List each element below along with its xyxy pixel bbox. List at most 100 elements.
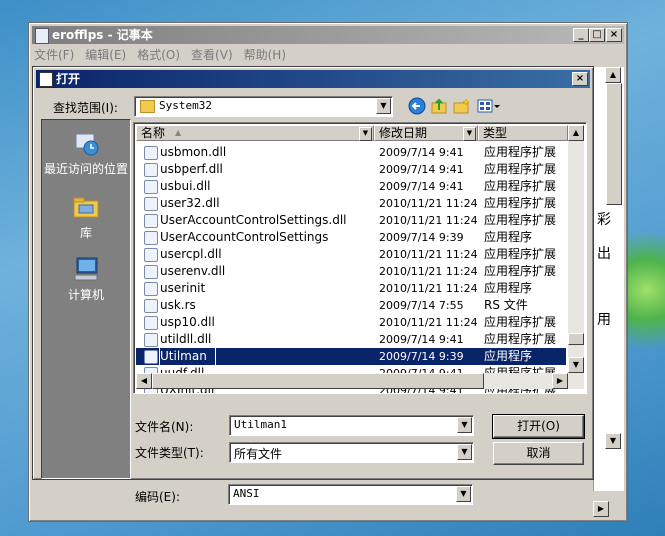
file-row[interactable]: usbmon.dll 2009/7/14 9:41 应用程序扩展	[136, 144, 566, 161]
file-type: 应用程序	[484, 281, 533, 295]
column-header-type[interactable]: 类型	[478, 125, 568, 141]
dialog-title: 打开	[56, 72, 81, 86]
file-list[interactable]: 名称 ▲ ▼ 修改日期 ▼ 类型 usbmon.dll 2009/7/14 9:4…	[133, 122, 587, 394]
file-type: 应用程序扩展	[484, 315, 557, 329]
file-name: Utilman	[159, 347, 216, 366]
file-type: 应用程序	[484, 349, 533, 363]
view-menu-icon[interactable]	[477, 97, 501, 115]
dialog-close-button[interactable]: ×	[572, 72, 588, 86]
recent-places-icon	[71, 128, 101, 158]
list-scroll-left[interactable]: ◀	[136, 373, 152, 389]
file-row[interactable]: UserAccountControlSettings.dll 2010/11/21…	[136, 212, 566, 229]
file-icon	[144, 146, 158, 160]
minimize-button[interactable]: _	[573, 28, 589, 42]
file-row[interactable]: userinit 2010/11/21 11:24 应用程序	[136, 280, 566, 297]
file-row[interactable]: usbperf.dll 2009/7/14 9:41 应用程序扩展	[136, 161, 566, 178]
up-folder-icon[interactable]	[430, 97, 448, 115]
file-name: usp10.dll	[160, 315, 215, 329]
list-scroll-up[interactable]: ▲	[568, 125, 584, 141]
file-type: 应用程序扩展	[484, 264, 557, 278]
notepad-scroll-right[interactable]: ▶	[593, 501, 609, 517]
file-name: usbui.dll	[160, 179, 211, 193]
chevron-down-icon[interactable]: ▼	[456, 486, 471, 502]
cancel-button[interactable]: 取消	[493, 442, 584, 465]
list-hscroll-thumb[interactable]	[152, 373, 484, 389]
file-row[interactable]: usercpl.dll 2010/11/21 11:24 应用程序扩展	[136, 246, 566, 263]
column-type-label: 类型	[483, 126, 508, 140]
file-icon	[144, 214, 158, 228]
file-row[interactable]: Utilman 2009/7/14 9:39 应用程序	[136, 347, 566, 366]
computer-icon	[71, 254, 101, 284]
file-date: 2010/11/21 11:24	[379, 316, 478, 329]
file-row[interactable]: userenv.dll 2010/11/21 11:24 应用程序扩展	[136, 263, 566, 280]
folder-icon	[140, 100, 155, 113]
chevron-down-icon[interactable]: ▼	[457, 444, 472, 460]
file-name: UserAccountControlSettings	[160, 230, 329, 244]
filename-value: Utilman1	[234, 418, 287, 431]
file-icon	[144, 282, 158, 296]
file-name: usbmon.dll	[160, 145, 227, 159]
file-icon	[144, 265, 158, 279]
column-header-date[interactable]: 修改日期 ▼	[374, 125, 478, 141]
filetype-label: 文件类型(T):	[135, 446, 204, 460]
place-computer-label: 计算机	[67, 288, 104, 302]
file-date: 2010/11/21 11:24	[379, 282, 478, 295]
file-date: 2009/7/14 9:39	[379, 231, 464, 244]
file-row[interactable]: usp10.dll 2010/11/21 11:24 应用程序扩展	[136, 314, 566, 331]
filetype-select[interactable]: 所有文件 ▼	[229, 442, 474, 463]
chevron-down-icon[interactable]: ▼	[376, 98, 391, 114]
notepad-scroll-up[interactable]: ▲	[605, 67, 621, 83]
maximize-button[interactable]: □	[589, 28, 605, 42]
file-type: 应用程序扩展	[484, 162, 557, 176]
background-text: 出	[597, 246, 611, 262]
place-recent[interactable]: 最近访问的位置	[42, 128, 130, 177]
file-type: 应用程序扩展	[484, 247, 557, 261]
file-list-vscrollbar[interactable]: ▲ ▼	[568, 125, 584, 389]
column-name-dropdown-icon[interactable]: ▼	[359, 127, 372, 141]
sort-asc-icon: ▲	[175, 128, 182, 137]
file-list-hscrollbar[interactable]: ◀ ▶	[136, 373, 568, 389]
list-scroll-right[interactable]: ▶	[552, 373, 568, 389]
open-dialog: 打开 × 查找范围(I): System32 ▼ 最近访问的位置 库 计算机 名…	[32, 66, 594, 504]
file-date: 2009/7/14 9:41	[379, 163, 464, 176]
menu-format[interactable]: 格式(O)	[137, 46, 180, 63]
filename-label: 文件名(N):	[135, 420, 194, 434]
file-row[interactable]: user32.dll 2010/11/21 11:24 应用程序扩展	[136, 195, 566, 212]
place-libraries[interactable]: 库	[42, 192, 130, 241]
notepad-title-bar[interactable]: erofflps - 记事本 _ □ ×	[32, 26, 624, 44]
open-button[interactable]: 打开(O)	[492, 414, 585, 439]
new-folder-icon[interactable]	[453, 97, 471, 115]
column-date-dropdown-icon[interactable]: ▼	[463, 127, 476, 141]
encoding-select[interactable]: ANSI ▼	[228, 484, 473, 505]
list-scroll-down[interactable]: ▼	[568, 357, 584, 373]
filename-input[interactable]: Utilman1 ▼	[229, 415, 474, 436]
menu-view[interactable]: 查看(V)	[191, 46, 233, 63]
file-name: userenv.dll	[160, 264, 226, 278]
menu-edit[interactable]: 编辑(E)	[85, 46, 126, 63]
chevron-down-icon[interactable]: ▼	[457, 417, 472, 433]
list-scroll-thumb[interactable]	[568, 333, 584, 345]
file-row[interactable]: utildll.dll 2009/7/14 9:41 应用程序扩展	[136, 331, 566, 348]
background-text: 用	[597, 312, 611, 328]
file-date: 2010/11/21 11:24	[379, 265, 478, 278]
place-computer[interactable]: 计算机	[42, 254, 130, 303]
column-header-name[interactable]: 名称 ▲ ▼	[136, 125, 374, 141]
file-row[interactable]: usbui.dll 2009/7/14 9:41 应用程序扩展	[136, 178, 566, 195]
menu-help[interactable]: 帮助(H)	[244, 46, 286, 63]
notepad-icon	[35, 28, 49, 44]
file-icon	[144, 299, 158, 313]
encoding-value: ANSI	[233, 487, 260, 500]
menu-file[interactable]: 文件(F)	[34, 46, 74, 63]
close-button[interactable]: ×	[606, 28, 622, 42]
look-in-combo[interactable]: System32 ▼	[134, 96, 393, 117]
file-row[interactable]: usk.rs 2009/7/14 7:55 RS 文件	[136, 297, 566, 314]
dialog-title-bar[interactable]: 打开 ×	[36, 70, 590, 88]
file-icon	[144, 231, 158, 245]
file-date: 2009/7/14 9:41	[379, 146, 464, 159]
file-row[interactable]: UserAccountControlSettings 2009/7/14 9:39…	[136, 229, 566, 246]
file-date: 2009/7/14 9:41	[379, 180, 464, 193]
notepad-scroll-down[interactable]: ▼	[605, 433, 621, 449]
back-icon[interactable]	[408, 97, 426, 115]
notepad-scroll-thumb[interactable]	[606, 83, 622, 205]
file-type: 应用程序扩展	[484, 179, 557, 193]
